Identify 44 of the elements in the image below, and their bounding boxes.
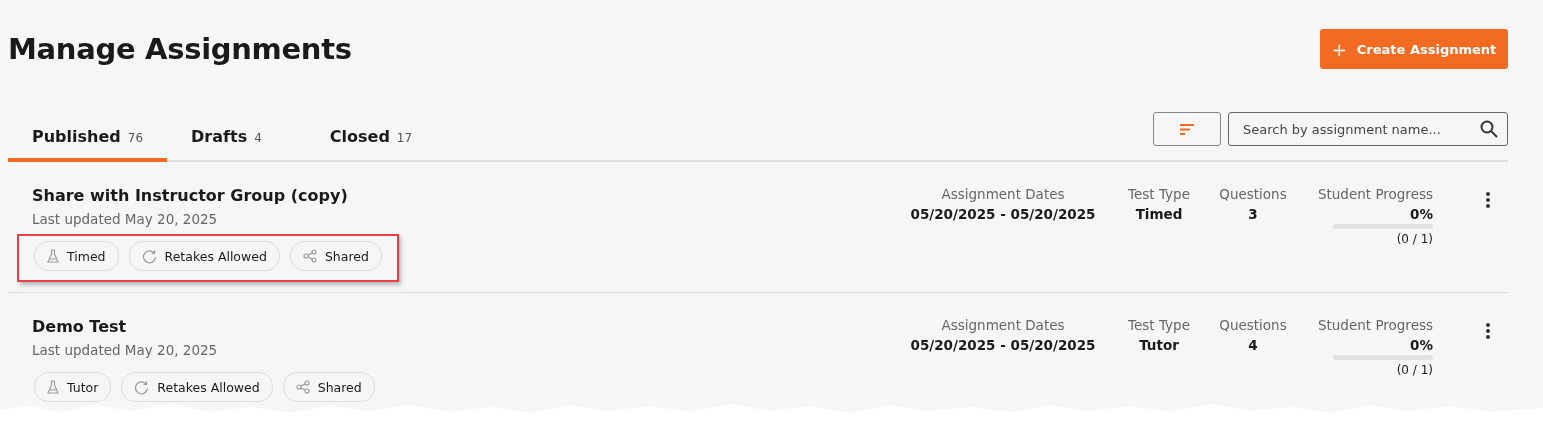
tag: Tutor	[34, 372, 112, 402]
column-label: Student Progress	[1317, 186, 1433, 202]
progress-count: (0 / 1)	[1396, 232, 1433, 246]
questions-value: 4	[1248, 337, 1258, 353]
column-label: Assignment Dates	[941, 186, 1065, 202]
search-field[interactable]: Search by assignment name...	[1228, 112, 1508, 146]
sort-button[interactable]	[1153, 112, 1221, 146]
test-type-value: Tutor	[1139, 337, 1179, 353]
tab[interactable]: Drafts 4	[167, 127, 286, 162]
sort-icon	[1180, 123, 1194, 135]
search-icon	[1480, 120, 1498, 138]
column-label: Test Type	[1128, 317, 1190, 333]
dates-value: 05/20/2025 - 05/20/2025	[910, 337, 1096, 353]
progress-percent: 0%	[1410, 206, 1433, 222]
column-label: Student Progress	[1317, 317, 1433, 333]
page-title: Manage Assignments	[8, 32, 352, 66]
questions-value: 3	[1248, 206, 1258, 222]
assignment-name[interactable]: Share with Instructor Group (copy)	[32, 186, 348, 205]
last-updated: Last updated May 20, 2025	[32, 342, 218, 358]
dates-value: 05/20/2025 - 05/20/2025	[910, 206, 1096, 222]
flask-icon	[47, 249, 59, 263]
flask-icon	[47, 380, 59, 394]
tag: Shared	[282, 372, 375, 402]
tab[interactable]: Published 76	[8, 127, 168, 162]
last-updated: Last updated May 20, 2025	[32, 211, 218, 227]
progress-percent: 0%	[1410, 337, 1433, 353]
tag: Timed	[34, 241, 119, 271]
refresh-icon	[134, 379, 150, 395]
refresh-icon	[141, 248, 157, 264]
column-label: Test Type	[1128, 186, 1190, 202]
column-label: Questions	[1219, 317, 1287, 333]
tab[interactable]: Closed 17	[305, 127, 437, 162]
column-label: Assignment Dates	[941, 317, 1065, 333]
share-icon	[295, 380, 310, 394]
tag: Shared	[289, 241, 382, 271]
test-type-value: Timed	[1135, 206, 1183, 222]
column-label: Questions	[1219, 186, 1287, 202]
tag: Retakes Allowed	[128, 241, 280, 271]
tag: Retakes Allowed	[121, 372, 273, 402]
assignment-name[interactable]: Demo Test	[32, 317, 127, 336]
share-icon	[302, 249, 317, 263]
more-icon	[1486, 192, 1490, 208]
more-icon	[1486, 323, 1490, 339]
progress-count: (0 / 1)	[1396, 363, 1433, 377]
